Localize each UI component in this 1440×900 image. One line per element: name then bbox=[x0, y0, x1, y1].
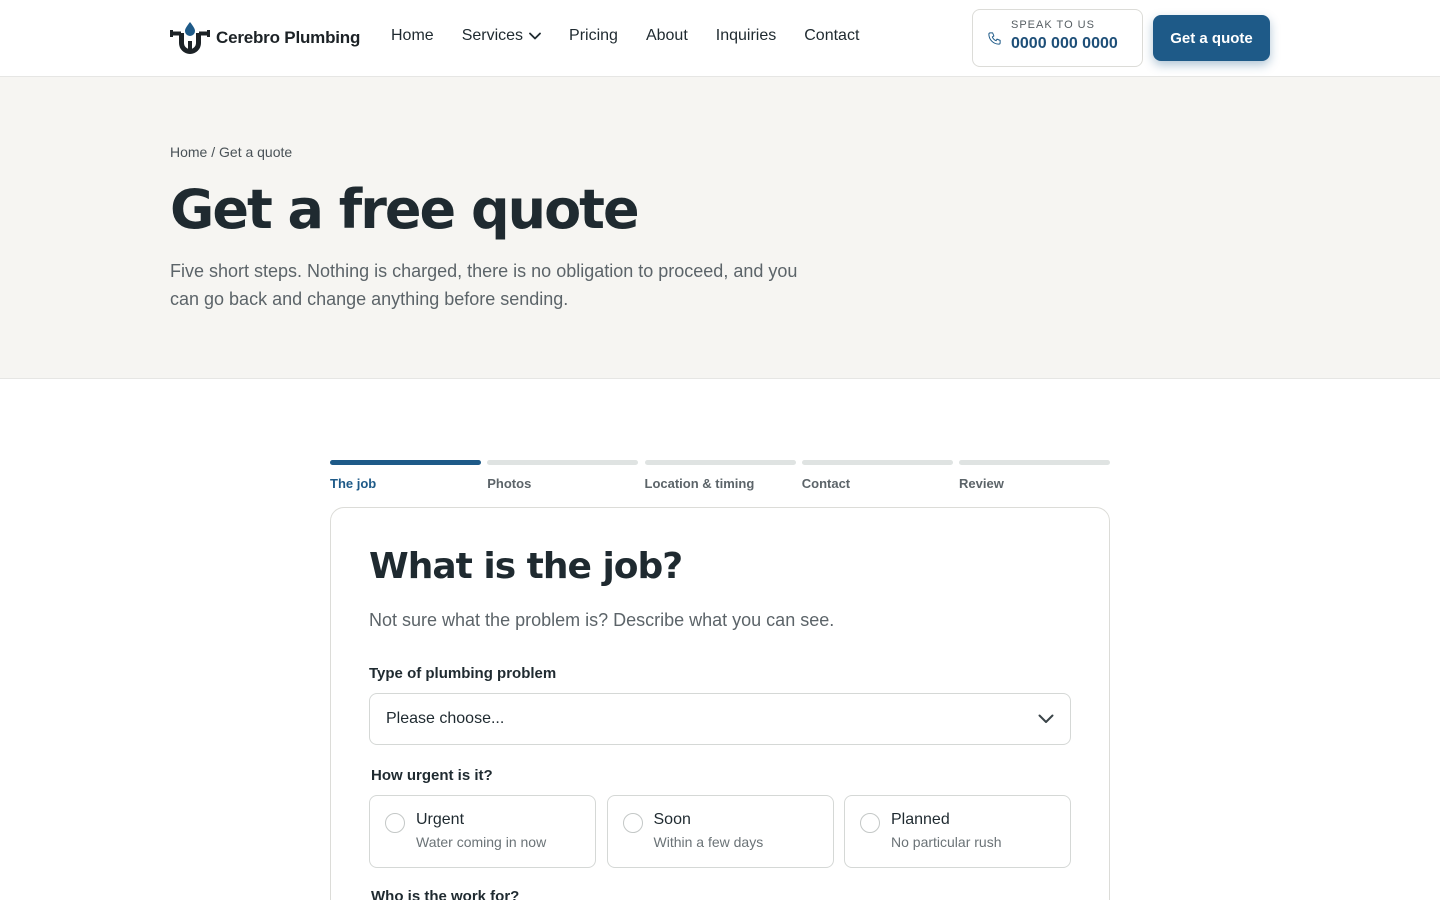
step-label: Review bbox=[959, 476, 1004, 491]
step-bar bbox=[801, 460, 953, 465]
option-description: No particular rush bbox=[891, 834, 1002, 850]
form-title: What is the job? bbox=[369, 546, 683, 587]
urgency-options: Urgent Water coming in now Soon Within a… bbox=[369, 795, 1071, 868]
option-description: Within a few days bbox=[653, 834, 764, 850]
option-title: Soon bbox=[653, 811, 691, 828]
page-subtitle: Five short steps. Nothing is charged, th… bbox=[170, 261, 798, 309]
step-photos[interactable]: Photos bbox=[487, 460, 639, 491]
step-label: Contact bbox=[801, 476, 851, 491]
nav-services-label: Services bbox=[461, 27, 524, 44]
problem-type-select[interactable]: Please choose... bbox=[369, 693, 1071, 745]
nav-contact[interactable]: Contact bbox=[804, 27, 859, 45]
option-title: Urgent bbox=[416, 811, 465, 828]
form-subtitle: Not sure what the problem is? Describe w… bbox=[369, 610, 835, 630]
nav-services[interactable]: Services bbox=[462, 27, 541, 45]
step-location-timing[interactable]: Location & timing bbox=[644, 460, 796, 491]
nav-pricing[interactable]: Pricing bbox=[569, 27, 618, 45]
urgency-option-urgent[interactable]: Urgent Water coming in now bbox=[369, 795, 596, 868]
brand-logo[interactable]: Cerebro Plumbing bbox=[170, 21, 360, 55]
step-label: The job bbox=[330, 476, 377, 491]
step-label: Photos bbox=[487, 476, 532, 491]
chevron-down-icon bbox=[529, 32, 541, 40]
option-description: Water coming in now bbox=[416, 834, 547, 850]
step-bar bbox=[487, 460, 639, 465]
problem-type-value: Please choose... bbox=[386, 710, 505, 727]
page-title: Get a free quote bbox=[170, 178, 640, 241]
site-header: Cerebro Plumbing Home Services Pricing A… bbox=[0, 0, 1440, 77]
work-for-label: Who is the work for? bbox=[371, 888, 520, 900]
step-review[interactable]: Review bbox=[959, 460, 1110, 491]
nav-home[interactable]: Home bbox=[391, 27, 434, 45]
quote-form-card: What is the job? Not sure what the probl… bbox=[330, 507, 1110, 900]
get-quote-button[interactable]: Get a quote bbox=[1153, 15, 1270, 61]
problem-type-label: Type of plumbing problem bbox=[369, 665, 557, 682]
main-nav: Home Services Pricing About Inquiries Co… bbox=[391, 27, 887, 45]
step-label: Location & timing bbox=[644, 476, 755, 491]
step-bar bbox=[959, 460, 1110, 465]
breadcrumb[interactable]: Home / Get a quote bbox=[170, 144, 292, 160]
urgency-label: How urgent is it? bbox=[371, 767, 493, 784]
nav-about[interactable]: About bbox=[646, 27, 688, 45]
urgency-option-planned[interactable]: Planned No particular rush bbox=[844, 795, 1071, 868]
phone-contact-box[interactable]: SPEAK TO US 0000 000 0000 bbox=[972, 9, 1143, 67]
step-bar bbox=[330, 460, 481, 465]
hero-section: Home / Get a quote Get a free quote Five… bbox=[0, 77, 1440, 379]
progress-steps: The job Photos Location & timing Contact… bbox=[330, 460, 1110, 491]
radio-button[interactable] bbox=[385, 813, 405, 833]
phone-icon bbox=[988, 32, 1001, 45]
phone-number[interactable]: 0000 000 0000 bbox=[1011, 35, 1118, 53]
radio-button[interactable] bbox=[622, 813, 643, 833]
step-bar bbox=[644, 460, 796, 465]
urgency-option-soon[interactable]: Soon Within a few days bbox=[606, 795, 834, 868]
phone-caption: SPEAK TO US bbox=[1011, 19, 1095, 31]
chevron-down-icon bbox=[1038, 714, 1054, 723]
pipe-droplet-logo-icon bbox=[170, 22, 210, 54]
step-contact[interactable]: Contact bbox=[801, 460, 953, 491]
step-the-job[interactable]: The job bbox=[330, 460, 481, 491]
option-title: Planned bbox=[891, 811, 950, 828]
radio-button[interactable] bbox=[860, 813, 880, 833]
brand-name: Cerebro Plumbing bbox=[216, 28, 361, 47]
nav-inquiries[interactable]: Inquiries bbox=[716, 27, 776, 45]
